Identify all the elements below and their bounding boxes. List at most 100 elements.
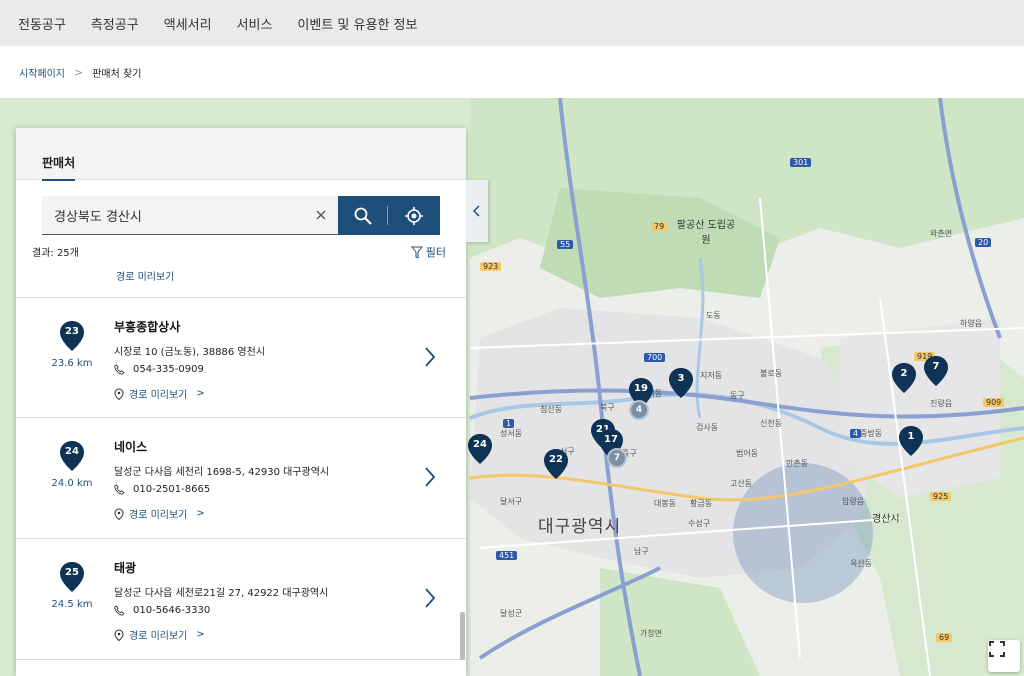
map-district-label: 달성군 bbox=[500, 609, 523, 618]
dealer-pin-column: 24 24.0 km bbox=[44, 440, 100, 489]
collapse-panel-button[interactable] bbox=[466, 180, 488, 242]
map-district-label: 범어동 bbox=[736, 449, 759, 458]
road-badge: 451 bbox=[496, 551, 518, 560]
map-district-label: 진량읍 bbox=[930, 399, 953, 408]
road-badge: 700 bbox=[644, 353, 666, 362]
map-district-label: 도동 bbox=[706, 311, 721, 320]
route-preview-label: 경로 미리보기 bbox=[116, 272, 175, 283]
clear-icon[interactable] bbox=[314, 208, 328, 222]
map-district-label: 검사동 bbox=[696, 423, 719, 432]
map-district-label: 지저동 bbox=[700, 371, 723, 380]
map-district-label: 압량읍 bbox=[842, 497, 865, 506]
route-preview-link[interactable]: 경로 미리보기 bbox=[116, 263, 174, 283]
dealer-phone[interactable]: 054-335-0909 bbox=[114, 364, 204, 375]
dealer-phone[interactable]: 010-2501-8665 bbox=[114, 484, 210, 495]
search-icon bbox=[354, 207, 372, 225]
map-cluster[interactable]: 4 bbox=[629, 400, 649, 420]
dealer-pin-number: 24 bbox=[65, 446, 79, 457]
location-pin-icon bbox=[114, 507, 124, 520]
dealer-name: 네이스 bbox=[114, 440, 148, 454]
dealer-distance: 24.0 km bbox=[51, 478, 93, 489]
location-pin-icon bbox=[114, 628, 124, 641]
phone-icon bbox=[114, 364, 125, 375]
chevron-right-icon: > bbox=[196, 629, 205, 640]
route-preview-label: 경로 미리보기 bbox=[129, 631, 188, 642]
locate-button[interactable] bbox=[388, 196, 440, 235]
location-target-icon bbox=[405, 206, 423, 225]
search-button[interactable] bbox=[338, 196, 388, 235]
nav-item-events[interactable]: 이벤트 및 유용한 정보 bbox=[297, 14, 417, 33]
dealer-phone[interactable]: 010-5646-3330 bbox=[114, 605, 210, 616]
map-district-label: 동구 bbox=[730, 391, 745, 400]
nav-item-measuring-tools[interactable]: 측정공구 bbox=[91, 14, 139, 33]
map-city-label-daegu: 대구광역시 bbox=[538, 517, 622, 537]
chevron-right-icon[interactable] bbox=[424, 587, 436, 609]
map-pin-label: 1 bbox=[907, 431, 915, 442]
dealer-pin-number: 23 bbox=[65, 326, 79, 337]
nav-item-service[interactable]: 서비스 bbox=[237, 14, 273, 33]
top-navigation: 전동공구 측정공구 액세서리 서비스 이벤트 및 유용한 정보 bbox=[0, 0, 1024, 46]
fullscreen-button[interactable] bbox=[988, 640, 1020, 672]
dealer-pin-column: 23 23.6 km bbox=[44, 320, 100, 369]
map-city-label-gyeongsan: 경산시 bbox=[872, 514, 900, 525]
road-badge: 909 bbox=[983, 398, 1005, 407]
map-pin-label: 17 bbox=[604, 434, 618, 445]
phone-icon bbox=[114, 484, 125, 495]
map-district-label: 중방동 bbox=[860, 429, 883, 438]
route-preview-link[interactable]: 경로 미리보기 > bbox=[114, 386, 205, 401]
tab-dealers[interactable]: 판매처 bbox=[42, 154, 76, 181]
search-input[interactable] bbox=[42, 196, 338, 235]
map-district-label: 가창면 bbox=[640, 629, 663, 638]
route-preview-label: 경로 미리보기 bbox=[129, 390, 188, 401]
dealer-list: 경로 미리보기 23 23.6 km 부흥종합상사 시장로 10 (금노동), … bbox=[16, 263, 466, 676]
map-district-label: 만촌동 bbox=[786, 459, 809, 468]
nav-item-accessories[interactable]: 액세서리 bbox=[164, 14, 212, 33]
road-badge: 1 bbox=[503, 419, 515, 428]
map-district-label: 고산동 bbox=[730, 479, 753, 488]
map-district-label: 달서구 bbox=[500, 497, 523, 506]
filter-button[interactable]: 필터 bbox=[410, 244, 446, 260]
dealer-pin-number: 25 bbox=[65, 567, 79, 578]
location-pin-icon bbox=[114, 387, 124, 400]
map-label-palgongsan: 팔공산 도립공원 bbox=[676, 220, 736, 246]
dealer-name: 태광 bbox=[114, 561, 137, 575]
map-district-label: 대봉동 bbox=[654, 499, 677, 508]
breadcrumb-separator: > bbox=[74, 65, 84, 79]
filter-icon bbox=[410, 246, 423, 259]
breadcrumb: 시작페이지 > 판매처 찾기 bbox=[0, 46, 1024, 98]
road-badge: 301 bbox=[790, 158, 812, 167]
dealer-list-item[interactable]: 23 23.6 km 부흥종합상사 시장로 10 (금노동), 38886 영천… bbox=[16, 298, 462, 418]
dealer-pin: 24 bbox=[59, 440, 85, 472]
dealer-list-item[interactable]: 25 24.5 km 태광 달성군 다사읍 세천로21길 27, 42922 대… bbox=[16, 539, 462, 659]
panel-header: 판매처 bbox=[16, 128, 466, 181]
results-count: 결과: 25개 bbox=[32, 248, 79, 259]
route-preview-link[interactable]: 경로 미리보기 > bbox=[114, 627, 205, 642]
map-pin[interactable]: 3 bbox=[668, 367, 694, 399]
dealer-list-item[interactable]: 24 24.0 km 네이스 달성군 다사읍 세천리 1698-5, 42930… bbox=[16, 418, 462, 538]
chevron-right-icon[interactable] bbox=[424, 466, 436, 488]
dealer-panel: 판매처 결과: 25개 필터 경로 미리보기 bbox=[16, 128, 466, 676]
panel-scrollbar[interactable] bbox=[460, 612, 465, 660]
map-pin[interactable]: 2 bbox=[891, 362, 917, 394]
route-preview-link[interactable]: 경로 미리보기 > bbox=[114, 506, 205, 521]
map-pin[interactable]: 1 bbox=[898, 425, 924, 457]
map-pin-label: 3 bbox=[677, 373, 685, 384]
map-pin-label: 19 bbox=[634, 383, 648, 394]
map-district-label: 불로동 bbox=[760, 369, 783, 378]
map-pin[interactable]: 24 bbox=[467, 433, 493, 465]
map-district-label: 남구 bbox=[634, 547, 649, 556]
dealer-address: 달성군 다사읍 세천리 1698-5, 42930 대구광역시 bbox=[114, 467, 330, 478]
map-pin[interactable]: 7 bbox=[923, 355, 949, 387]
phone-icon bbox=[114, 605, 125, 616]
breadcrumb-home-link[interactable]: 시작페이지 bbox=[19, 65, 65, 80]
map-cluster[interactable]: 7 bbox=[607, 448, 627, 468]
breadcrumb-current: 판매처 찾기 bbox=[92, 68, 142, 80]
chevron-right-icon[interactable] bbox=[424, 346, 436, 368]
dealer-address: 시장로 10 (금노동), 38886 영천시 bbox=[114, 347, 266, 358]
dealer-pin-column: 25 24.5 km bbox=[44, 561, 100, 610]
map-pin[interactable]: 22 bbox=[543, 448, 569, 480]
road-badge: 20 bbox=[975, 238, 992, 247]
road-badge: 4 bbox=[850, 429, 862, 438]
nav-item-power-tools[interactable]: 전동공구 bbox=[18, 14, 66, 33]
map-pin-label: 24 bbox=[473, 439, 487, 450]
